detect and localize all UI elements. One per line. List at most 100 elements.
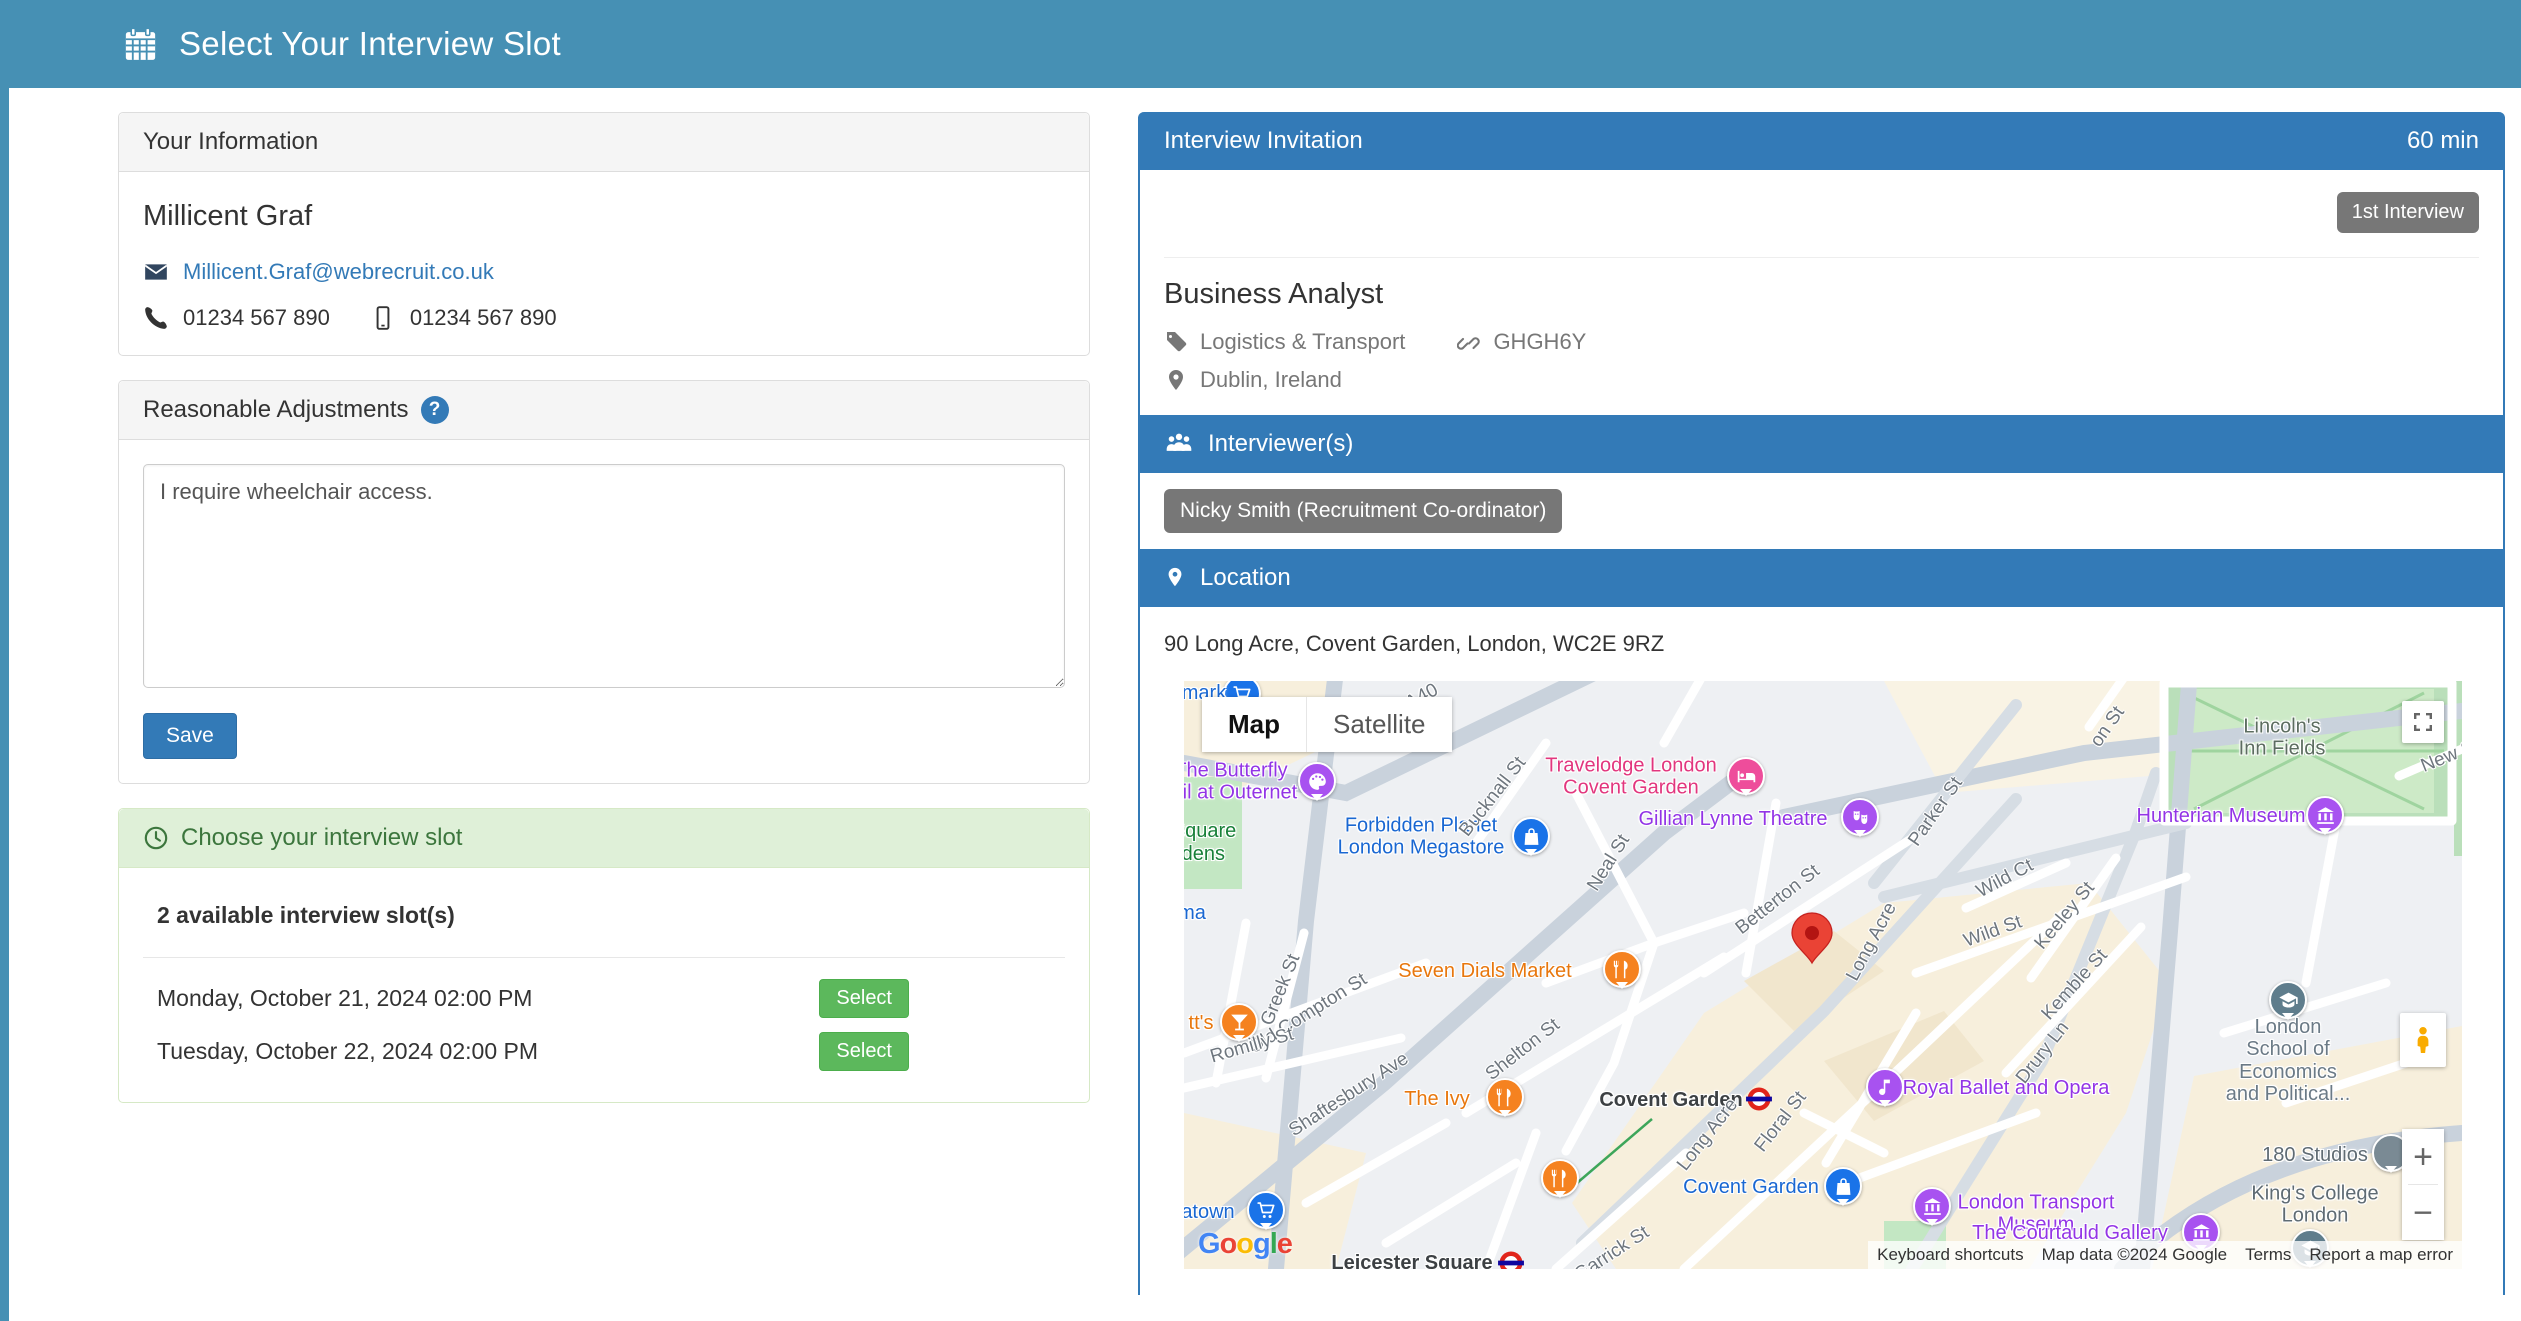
job-location-row: Dublin, Ireland — [1164, 367, 2479, 393]
interviewers-header: Interviewer(s) — [1140, 415, 2503, 473]
job-reference: GHGH6Y — [1493, 329, 1586, 355]
phone-icon — [143, 305, 169, 331]
map-poi-label[interactable]: Gillian Lynne Theatre — [1638, 808, 1827, 830]
slot-count: 2 available interview slot(s) — [157, 902, 1065, 929]
london-transport-museum-museum-icon[interactable] — [1913, 1187, 1951, 1225]
map-poi-label[interactable]: London School of Economics and Political… — [2226, 1016, 2351, 1106]
hunterian-museum-museum-icon[interactable] — [2306, 796, 2344, 834]
zoom-control: + − — [2402, 1129, 2444, 1240]
map-poi-label[interactable]: Square — [1184, 820, 1236, 842]
slot-list: Monday, October 21, 2024 02:00 PMSelectT… — [143, 972, 1065, 1078]
interviewer-badge: Nicky Smith (Recruitment Co-ordinator) — [1164, 489, 1562, 533]
adjustments-textarea[interactable]: I require wheelchair access. — [143, 464, 1065, 688]
map-poi-label[interactable]: The Butterfly rail at Outernet — [1184, 760, 1297, 805]
london-school-of-economics-and-political-school-icon[interactable] — [2269, 981, 2307, 1019]
map-button[interactable]: Map — [1202, 697, 1306, 752]
map-poi-label[interactable]: Seven Dials Market — [1398, 960, 1571, 982]
email-row: Millicent.Graf@webrecruit.co.uk — [143, 259, 1065, 285]
your-information-title: Your Information — [143, 128, 318, 156]
stage-badge: 1st Interview — [2337, 192, 2479, 233]
job-category: Logistics & Transport — [1200, 329, 1405, 355]
royal-ballet-and-opera-music-icon[interactable] — [1866, 1068, 1904, 1106]
covent-garden-bag-icon[interactable] — [1824, 1167, 1862, 1205]
map-attribution: Keyboard shortcutsMap data ©2024 GoogleT… — [1868, 1241, 2462, 1269]
terms[interactable]: Terms — [2236, 1241, 2300, 1269]
invitation-divider — [1164, 257, 2479, 258]
app-header: Select Your Interview Slot — [0, 0, 2521, 88]
zoom-in-button[interactable]: + — [2402, 1129, 2444, 1184]
atown-cart-icon[interactable] — [1247, 1191, 1285, 1229]
map-poi-label[interactable]: 180 Studios — [2262, 1144, 2368, 1166]
map-data-2024-google: Map data ©2024 Google — [2033, 1241, 2237, 1269]
reasonable-adjustments-title: Reasonable Adjustments — [143, 396, 409, 424]
envelope-icon — [143, 259, 169, 285]
invitation-body: 1st Interview Business Analyst Logistics… — [1140, 170, 2503, 415]
travelodge-london-covent-garden-bed-icon[interactable] — [1727, 757, 1765, 795]
interviewers-body: Nicky Smith (Recruitment Co-ordinator) — [1140, 473, 2503, 549]
fullscreen-button[interactable] — [2402, 701, 2444, 743]
interviewers-title: Interviewer(s) — [1208, 430, 1353, 458]
slot-datetime: Tuesday, October 22, 2024 02:00 PM — [157, 1038, 538, 1065]
map-poi-label[interactable]: Lincoln's Inn Fields — [2239, 716, 2326, 761]
candidate-name: Millicent Graf — [143, 200, 1065, 233]
pegman-streetview-control[interactable] — [2400, 1013, 2446, 1067]
your-information-panel: Your Information Millicent Graf Millicen… — [118, 112, 1090, 356]
map-poi-label[interactable]: ma — [1184, 902, 1206, 924]
map-poi-label[interactable]: rdens — [1184, 843, 1225, 865]
save-button[interactable]: Save — [143, 713, 237, 759]
map-poi-label[interactable]: Travelodge London Covent Garden — [1545, 755, 1717, 800]
calendar-icon — [122, 26, 159, 63]
users-icon — [1164, 431, 1194, 457]
choose-slot-header: Choose your interview slot — [119, 809, 1089, 868]
keyboard-shortcuts[interactable]: Keyboard shortcuts — [1868, 1241, 2032, 1269]
choose-slot-panel: Choose your interview slot 2 available i… — [118, 808, 1090, 1103]
phone-row: 01234 567 890 01234 567 890 — [143, 305, 1065, 331]
tag-icon — [1164, 330, 1188, 354]
tube-roundel-icon[interactable] — [1746, 1086, 1773, 1113]
your-information-header: Your Information — [119, 113, 1089, 172]
gillian-lynne-theatre-theatre-icon[interactable] — [1841, 798, 1879, 836]
tube-roundel-icon[interactable] — [1498, 1250, 1525, 1270]
map-poi-label[interactable]: Covent Garden — [1683, 1176, 1819, 1198]
select-slot-button[interactable]: Select — [819, 979, 909, 1018]
reasonable-adjustments-panel: Reasonable Adjustments ? I require wheel… — [118, 380, 1090, 784]
the-butterfly-rail-at-outernet-palette-icon[interactable] — [1298, 762, 1336, 800]
map-poi-label[interactable]: King's College London — [2251, 1183, 2378, 1228]
zoom-out-button[interactable]: − — [2402, 1185, 2444, 1240]
slot-divider — [143, 957, 1065, 958]
google-logo[interactable]: Google — [1198, 1228, 1292, 1261]
report-a-map-error[interactable]: Report a map error — [2300, 1241, 2462, 1269]
job-title: Business Analyst — [1164, 278, 2479, 311]
map-canvas — [1184, 681, 2462, 1269]
link-icon — [1457, 330, 1481, 354]
candidate-email-link[interactable]: Millicent.Graf@webrecruit.co.uk — [183, 259, 494, 285]
select-slot-button[interactable]: Select — [819, 1032, 909, 1071]
reasonable-adjustments-header: Reasonable Adjustments ? — [119, 381, 1089, 440]
map-poi-label[interactable]: tt's — [1189, 1012, 1214, 1034]
map-type-control: Map Satellite — [1202, 697, 1452, 752]
help-icon[interactable]: ? — [421, 396, 449, 424]
candidate-mobile: 01234 567 890 — [410, 305, 557, 331]
location-header: Location — [1140, 549, 2503, 607]
forbidden-planet-london-megastore-bag-icon[interactable] — [1512, 817, 1550, 855]
map-poi-label[interactable]: Royal Ballet and Opera — [1903, 1077, 2110, 1099]
interview-address: 90 Long Acre, Covent Garden, London, WC2… — [1164, 631, 2479, 657]
poi-restaurant-icon[interactable] — [1541, 1159, 1579, 1197]
page-title: Select Your Interview Slot — [179, 25, 561, 63]
map-poi-label[interactable]: Leicester Square — [1331, 1252, 1492, 1269]
slot-row: Tuesday, October 22, 2024 02:00 PM Select — [143, 1025, 1065, 1078]
map-poi-label[interactable]: atown — [1184, 1201, 1235, 1223]
job-location: Dublin, Ireland — [1200, 367, 1342, 393]
location-marker-icon — [1164, 566, 1186, 590]
choose-slot-title: Choose your interview slot — [181, 824, 462, 852]
left-column: Your Information Millicent Graf Millicen… — [118, 112, 1090, 1127]
satellite-button[interactable]: Satellite — [1307, 697, 1452, 752]
google-map[interactable]: markThe Butterfly rail at OuternetTravel… — [1184, 681, 2462, 1269]
invitation-title: Interview Invitation — [1164, 127, 1363, 155]
location-title: Location — [1200, 564, 1291, 592]
seven-dials-market-restaurant-icon[interactable] — [1603, 950, 1641, 988]
map-poi-label[interactable]: Hunterian Museum — [2137, 805, 2306, 827]
map-marker-icon — [1164, 368, 1188, 392]
the-ivy-restaurant-icon[interactable] — [1486, 1078, 1524, 1116]
map-poi-label[interactable]: The Ivy — [1404, 1088, 1470, 1110]
